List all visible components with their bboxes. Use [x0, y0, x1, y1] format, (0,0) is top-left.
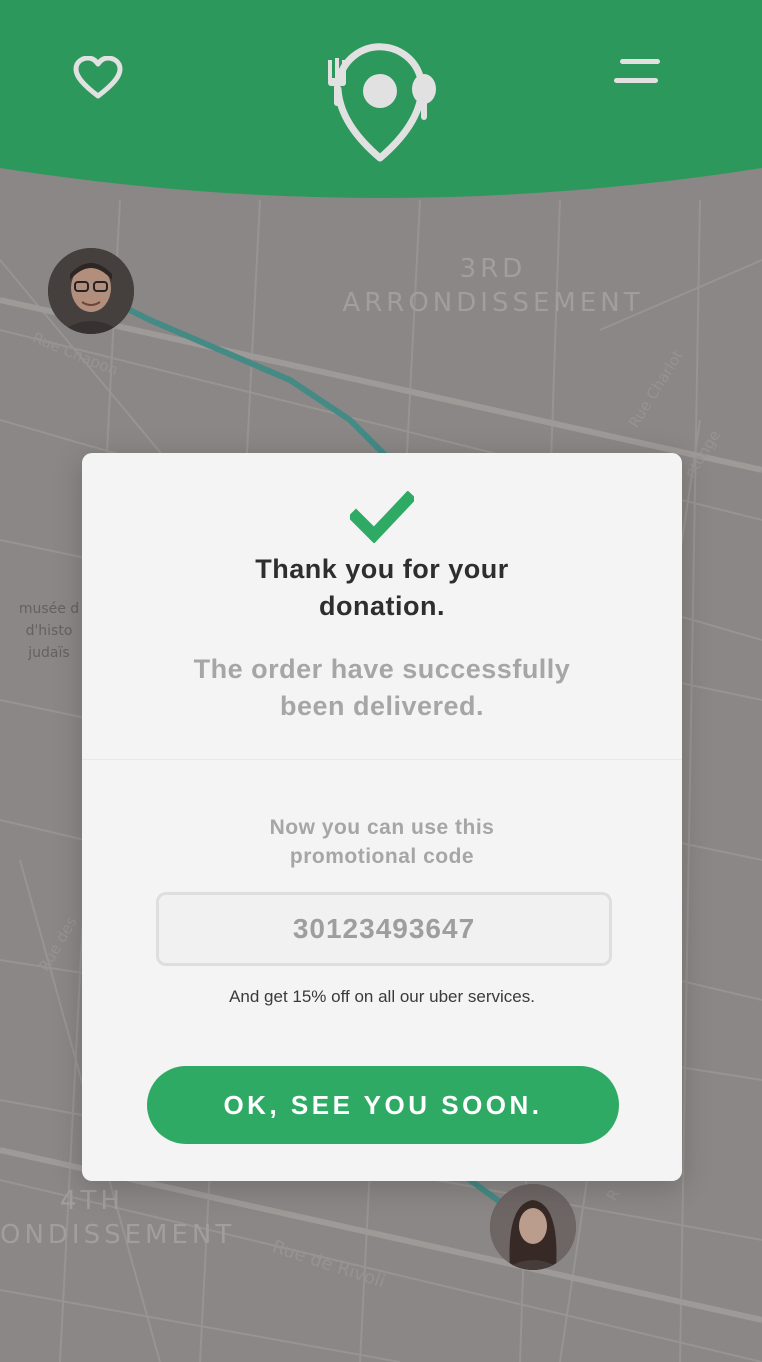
promo-code-field[interactable]: 30123493647 [156, 892, 612, 966]
donation-success-dialog: Thank you for your donation. The order h… [82, 453, 682, 1181]
discount-info: And get 15% off on all our uber services… [229, 987, 535, 1006]
district-label-3rd: 3RD ARRONDISSEMENT [342, 254, 644, 318]
app-header [0, 0, 762, 200]
menu-button[interactable] [614, 56, 686, 116]
heart-icon [73, 56, 123, 99]
app-logo [318, 34, 442, 164]
favorites-button[interactable] [72, 56, 144, 116]
district-label-4th: 4TH ONDISSEMENT [0, 1186, 236, 1250]
courier-avatar[interactable] [48, 248, 134, 334]
menu-icon [614, 59, 660, 83]
recipient-avatar[interactable] [490, 1184, 576, 1270]
divider [82, 759, 682, 760]
person-avatar-icon [48, 248, 134, 334]
checkmark-icon [350, 491, 414, 543]
delivery-message: The order have successfully been deliver… [193, 654, 571, 721]
dialog-title: Thank you for your donation. [255, 554, 509, 621]
ok-button[interactable]: OK, SEE YOU SOON. [147, 1066, 619, 1144]
poi-label: musée d d'histo judaïs [18, 601, 80, 661]
promo-instructions: Now you can use this promotional code [269, 816, 495, 868]
person-avatar-icon [490, 1184, 576, 1270]
map-pin-fork-spoon-logo [328, 43, 436, 162]
